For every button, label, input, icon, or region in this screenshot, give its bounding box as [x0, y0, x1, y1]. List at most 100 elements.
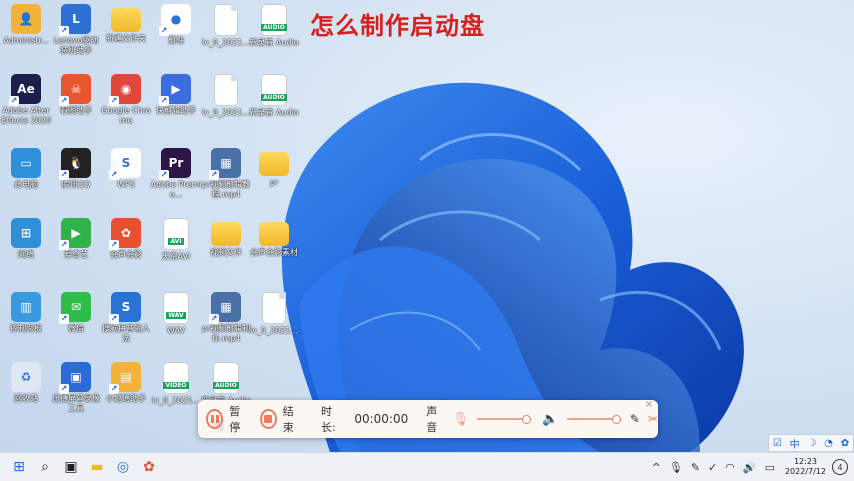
stop-icon	[264, 415, 273, 423]
desktop-icon[interactable]: ♪ VIDEO lv_0_2021...	[150, 360, 202, 424]
tray-check-icon[interactable]: ✓	[708, 461, 717, 474]
folder-icon	[259, 222, 289, 246]
screen-recorder-toolbar: 暂停 结束 时长: 00:00:00 声音 🎙 🔈 ✎ ✂ ×	[198, 399, 658, 438]
desktop-icon-label: Administr...	[3, 36, 49, 45]
desktop-icon[interactable]: ✿会声会影	[100, 216, 152, 280]
file-explorer-icon[interactable]: ▬	[84, 454, 110, 480]
file-icon	[262, 292, 286, 324]
desktop-icon[interactable]: ▭ 此电脑	[0, 146, 52, 210]
stop-button[interactable]	[259, 409, 277, 429]
desktop-icon[interactable]: 👤 Administr...	[0, 2, 52, 66]
desktop-icon[interactable]: SWPS	[100, 146, 152, 210]
battery-icon[interactable]: ▭	[765, 461, 775, 474]
app-icon: ▥	[11, 292, 41, 322]
desktop-icon[interactable]: ▦pr视频剪辑制作.mp4	[200, 290, 252, 354]
desktop-icon[interactable]: ♻ 回收站	[0, 360, 52, 424]
desktop-icon-label: Adobe Premie...	[150, 180, 202, 199]
clock[interactable]: 12:23 2022/7/12	[785, 457, 826, 477]
app-icon: ⊞	[11, 218, 41, 248]
desktop-icon[interactable]: ♪AUDIO 新录音 Audio	[248, 2, 300, 66]
taskbar-apps: ⊞ ⌕ ▣ ▬ ◎ ✿	[6, 454, 162, 480]
folder-icon	[211, 222, 241, 246]
close-icon[interactable]: ×	[645, 399, 653, 410]
microphone-volume-slider[interactable]	[476, 415, 532, 424]
desktop-icon[interactable]: AeAdobe After Effects 2020	[0, 72, 52, 136]
desktop-icon-label: 快剪辑助手	[156, 106, 196, 115]
desktop-icon[interactable]: ◉Google Chrome	[100, 72, 152, 136]
ime-item[interactable]: ✿	[841, 438, 849, 449]
media-file-icon: ♪ AUDIO	[261, 74, 287, 106]
desktop-icon[interactable]: lv_0_2021...	[200, 2, 252, 66]
app-icon: ▦	[209, 292, 241, 324]
mouse-cursor-icon: ☝	[214, 415, 224, 434]
desktop-icon-label: Lenovo驱动装机助手	[53, 36, 99, 55]
app-icon: ●	[159, 4, 191, 36]
speaker-icon[interactable]: 🔈	[542, 412, 558, 427]
desktop-icon[interactable]: ▥ 控制面板	[0, 290, 52, 354]
microphone-volume-knob[interactable]	[522, 415, 532, 424]
tray-chevron-icon[interactable]: ^	[652, 461, 661, 474]
app-icon: ✿	[109, 218, 141, 250]
desktop-icon[interactable]: ▶快剪辑助手	[150, 72, 202, 136]
desktop-icon[interactable]: ♪AUDIO 新录音 Audio	[248, 72, 300, 136]
desktop-icon[interactable]: ▣迅捷屏幕录像工具	[50, 360, 102, 424]
speaker-volume-knob[interactable]	[611, 415, 621, 424]
desktop-icon-label: 微信	[68, 324, 84, 333]
desktop-icon-label: 迅捷屏幕录像工具	[52, 394, 100, 413]
tray-pen-icon[interactable]: ✎	[691, 461, 700, 474]
desktop-icon[interactable]: lv_0_2021...	[248, 290, 300, 354]
desktop-icon[interactable]: PrAdobe Premie...	[150, 146, 202, 210]
start-icon[interactable]: ⊞	[6, 454, 32, 480]
desktop-icon-label: 此电脑	[14, 180, 38, 189]
desktop-icon[interactable]: LLenovo驱动装机助手	[50, 2, 102, 66]
search-icon[interactable]: ⌕	[32, 454, 58, 480]
file-icon	[214, 74, 238, 106]
desktop-icon[interactable]: 会声会影素材	[248, 216, 300, 280]
desktop-icon-label: lv_0_2021...	[201, 38, 251, 47]
task-view-icon[interactable]: ▣	[58, 454, 84, 480]
desktop-icon-label: 网络	[18, 250, 34, 259]
file-icon	[214, 4, 238, 36]
ime-item[interactable]: ☑	[773, 438, 782, 449]
pen-icon[interactable]: ✎	[630, 412, 640, 426]
desktop-icon[interactable]: 🐧腾讯QQ	[50, 146, 102, 210]
desktop-icon-label: 剪映	[168, 36, 184, 45]
desktop-icon[interactable]: ⊞ 网络	[0, 216, 52, 280]
desktop-icon[interactable]: ▦pr视频剪辑教程.mp4	[200, 146, 252, 210]
wifi-icon[interactable]: ◠	[725, 461, 735, 474]
app-icon: S	[109, 292, 141, 324]
ime-toolbar[interactable]: ☑ 中 ☽ ◔ ✿	[768, 434, 854, 452]
desktop-icon[interactable]: 视频文件	[200, 216, 252, 280]
desktop-icon[interactable]: ▶爱奇艺	[50, 216, 102, 280]
browser-icon[interactable]: ◎	[110, 454, 136, 480]
ime-item[interactable]: 中	[790, 436, 800, 451]
desktop-icon[interactable]: lv_0_2021...	[200, 72, 252, 136]
speaker-tray-icon[interactable]: 🔊	[743, 461, 757, 474]
speaker-volume-slider[interactable]	[566, 415, 621, 424]
desktop-icon[interactable]: S搜狗拼音输入法	[100, 290, 152, 354]
ime-item[interactable]: ☽	[807, 438, 816, 449]
user-folder-icon: 👤	[11, 4, 41, 34]
folder-icon	[259, 152, 289, 176]
video-title-overlay: 怎么制作启动盘	[310, 11, 485, 40]
app-icon: ☠	[59, 74, 91, 106]
desktop-icon[interactable]: ☠看图助手	[50, 72, 102, 136]
desktop-icon-label: 新录音 Audio	[249, 108, 299, 117]
ime-item[interactable]: ◔	[824, 438, 833, 449]
media-file-icon: ♪ AUDIO	[213, 362, 239, 394]
scissors-icon[interactable]: ✂	[648, 412, 658, 426]
tray-mic-icon[interactable]: 🎙	[669, 461, 683, 474]
desktop-icon-label: WPS	[117, 180, 135, 189]
notification-badge[interactable]: 4	[832, 459, 848, 475]
desktop-icon[interactable]: pr	[248, 146, 300, 210]
microphone-icon[interactable]: 🎙	[452, 412, 469, 427]
desktop-icon[interactable]: ♪ AVI 天空AVI	[150, 216, 202, 280]
desktop-icon[interactable]: ✉微信	[50, 290, 102, 354]
video-app-icon[interactable]: ✿	[136, 454, 162, 480]
desktop-icon[interactable]: ●剪映	[150, 2, 202, 66]
desktop-icon-label: pr视频剪辑制作.mp4	[201, 324, 251, 343]
media-file-icon: ♪ AVI	[163, 218, 189, 250]
desktop-icon[interactable]: ▤小鹅通助手	[100, 360, 152, 424]
desktop-icon[interactable]: ♪ WAV WAV	[150, 290, 202, 354]
desktop-icon[interactable]: 新建文件夹	[100, 2, 152, 66]
